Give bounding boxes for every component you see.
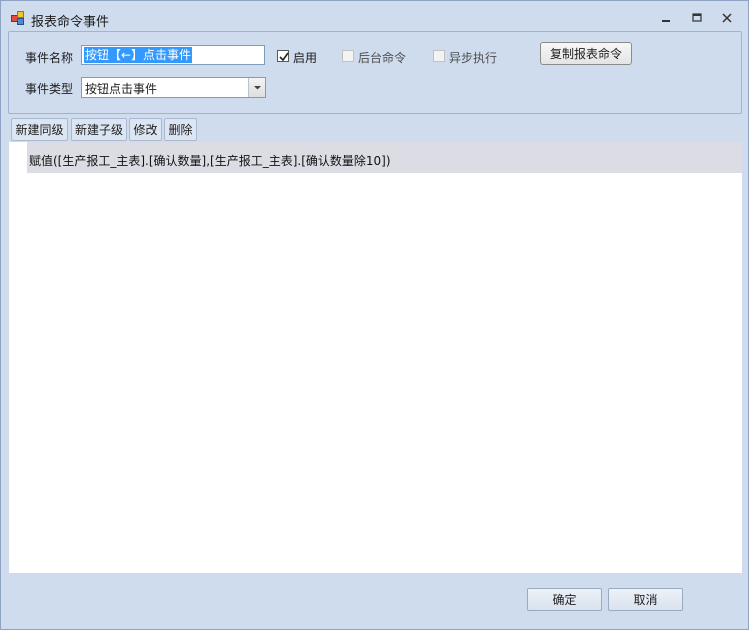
event-name-input[interactable]: 按钮【←】点击事件 bbox=[81, 45, 265, 65]
tree-node-selected[interactable]: 赋值([生产报工_主表].[确认数量],[生产报工_主表].[确认数量除10]) bbox=[27, 142, 742, 173]
event-name-value: 按钮【←】点击事件 bbox=[84, 47, 193, 63]
event-type-select[interactable]: 按钮点击事件 bbox=[81, 77, 266, 98]
app-window-icon bbox=[11, 11, 25, 25]
minimize-icon[interactable] bbox=[657, 10, 675, 26]
async-execute-label: 异步执行 bbox=[449, 51, 498, 65]
delete-button[interactable]: 删除 bbox=[164, 118, 197, 141]
command-text: 赋值([生产报工_主表].[确认数量],[生产报工_主表].[确认数量除10]) bbox=[29, 154, 391, 168]
dialog-window: 报表命令事件 事件名称 按钮【←】点击事件 启用 后台命令 异步执行 复制报表命… bbox=[0, 0, 749, 630]
background-command-label: 后台命令 bbox=[358, 51, 407, 65]
event-type-value: 按钮点击事件 bbox=[85, 82, 158, 96]
command-tree[interactable]: 赋值([生产报工_主表].[确认数量],[生产报工_主表].[确认数量除10]) bbox=[9, 142, 742, 573]
enable-label: 启用 bbox=[293, 51, 318, 65]
event-type-label: 事件类型 bbox=[25, 82, 74, 96]
event-settings-panel: 事件名称 按钮【←】点击事件 启用 后台命令 异步执行 复制报表命令 事件类型 … bbox=[8, 31, 742, 114]
async-execute-checkbox[interactable] bbox=[433, 50, 445, 62]
enable-checkbox[interactable] bbox=[277, 50, 289, 62]
event-name-label: 事件名称 bbox=[25, 51, 74, 65]
new-sibling-button[interactable]: 新建同级 bbox=[11, 118, 68, 141]
window-title: 报表命令事件 bbox=[31, 15, 110, 30]
title-bar: 报表命令事件 bbox=[1, 1, 748, 35]
ok-button[interactable]: 确定 bbox=[527, 588, 602, 611]
cancel-button[interactable]: 取消 bbox=[608, 588, 683, 611]
maximize-icon[interactable] bbox=[688, 10, 706, 26]
chevron-down-icon[interactable] bbox=[248, 78, 265, 97]
dialog-footer: 确定 取消 bbox=[9, 573, 742, 623]
new-child-button[interactable]: 新建子级 bbox=[71, 118, 127, 141]
copy-report-command-button[interactable]: 复制报表命令 bbox=[540, 42, 632, 65]
close-icon[interactable] bbox=[718, 10, 736, 26]
edit-button[interactable]: 修改 bbox=[129, 118, 162, 141]
background-command-checkbox[interactable] bbox=[342, 50, 354, 62]
